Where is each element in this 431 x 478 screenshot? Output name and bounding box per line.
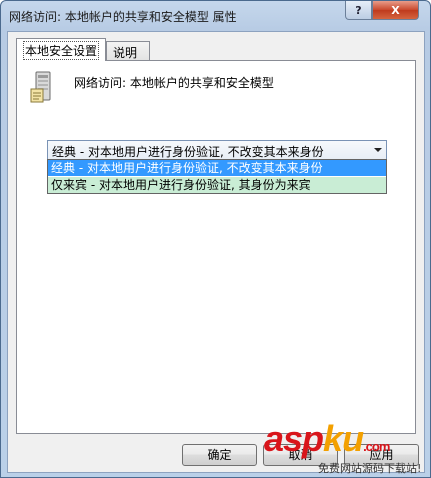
- tab-panel: 网络访问: 本地帐户的共享和安全模型 经典 - 对本地用户进行身份验证, 不改变…: [16, 60, 416, 434]
- tab-local-security-setting[interactable]: 本地安全设置: [16, 38, 106, 61]
- close-icon: X: [391, 3, 400, 17]
- dialog-client-area: 本地安全设置 说明 网络访问: 本地帐户的共享和安全模型 经典 - 对本地用户进…: [7, 31, 425, 473]
- tab-label: 本地安全设置: [23, 41, 100, 60]
- ok-button[interactable]: 确定: [182, 444, 257, 466]
- title-bar[interactable]: 网络访问: 本地帐户的共享和安全模型 属性 ? X: [1, 1, 430, 31]
- server-icon: [30, 71, 51, 103]
- chevron-down-icon[interactable]: [374, 148, 382, 152]
- watermark-text-tail: .com: [363, 439, 390, 454]
- watermark-text-a: asp: [264, 418, 324, 459]
- watermark-subtitle: 免费网站源码下载站!: [318, 462, 422, 475]
- properties-window: 网络访问: 本地帐户的共享和安全模型 属性 ? X 本地安全设置 说明 网络访问…: [0, 0, 431, 478]
- dropdown-list: 经典 - 对本地用户进行身份验证, 不改变其本来身份 仅来宾 - 对本地用户进行…: [47, 159, 387, 194]
- window-title: 网络访问: 本地帐户的共享和安全模型 属性: [9, 10, 237, 24]
- selected-value: 经典 - 对本地用户进行身份验证, 不改变其本来身份: [52, 145, 324, 159]
- option-classic[interactable]: 经典 - 对本地用户进行身份验证, 不改变其本来身份: [48, 160, 386, 176]
- help-icon: ?: [355, 3, 362, 17]
- security-model-select[interactable]: 经典 - 对本地用户进行身份验证, 不改变其本来身份: [47, 140, 387, 160]
- close-button[interactable]: X: [372, 1, 419, 20]
- watermark-text-k: ku: [323, 418, 364, 459]
- watermark-logo: aspku.com: [264, 418, 390, 460]
- option-guest-only[interactable]: 仅来宾 - 对本地用户进行身份验证, 其身份为来宾: [48, 177, 386, 193]
- help-button[interactable]: ?: [345, 1, 372, 20]
- policy-title: 网络访问: 本地帐户的共享和安全模型: [74, 76, 274, 90]
- tab-label: 说明: [113, 46, 138, 60]
- tab-explain[interactable]: 说明: [106, 41, 150, 60]
